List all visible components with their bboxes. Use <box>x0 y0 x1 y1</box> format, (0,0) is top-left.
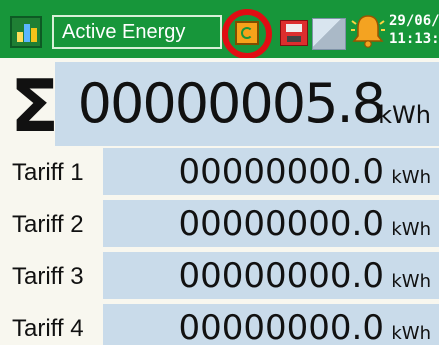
sync-arrow-icon <box>241 27 253 39</box>
date-text: 29/06/09 <box>389 13 439 29</box>
tariff-row-3: Tariff 3 00000000.0 kWh <box>0 252 439 299</box>
tariff-label-3: Tariff 3 <box>12 263 84 290</box>
tariff-label-4: Tariff 4 <box>12 315 84 342</box>
tariff-label-1: Tariff 1 <box>12 159 84 186</box>
sigma-symbol: Σ <box>10 64 60 148</box>
total-energy-unit: kWh <box>378 101 431 129</box>
bar-chart-icon[interactable] <box>10 16 42 48</box>
tariff-panel-2: 00000000.0 kWh <box>103 200 439 247</box>
tariff-unit-3: kWh <box>391 271 431 292</box>
tariff-value-2: 00000000.0 <box>178 204 385 244</box>
tariff-label-2: Tariff 2 <box>12 211 84 238</box>
tariff-unit-1: kWh <box>391 167 431 188</box>
tariff-value-4: 00000000.0 <box>178 308 385 345</box>
tariff-value-1: 00000000.0 <box>178 152 385 192</box>
total-energy-row: Σ 00000005.8 kWh <box>0 62 439 148</box>
tariff-row-4: Tariff 4 00000000.0 kWh <box>0 304 439 345</box>
time-text: 11:13:08 <box>389 31 439 47</box>
bell-icon[interactable] <box>351 13 385 51</box>
bar-chart-bar-1 <box>17 32 23 42</box>
tariff-value-3: 00000000.0 <box>178 256 385 296</box>
save-icon[interactable] <box>280 20 308 46</box>
tariff-unit-4: kWh <box>391 323 431 344</box>
sync-icon[interactable] <box>235 21 259 45</box>
status-bar: Active Energy 29/06/09 11:13:08 <box>0 0 439 58</box>
page-title: Active Energy <box>52 15 222 49</box>
tariff-unit-2: kWh <box>391 219 431 240</box>
tariff-panel-3: 00000000.0 kWh <box>103 252 439 299</box>
total-energy-panel: 00000005.8 kWh <box>55 62 439 146</box>
page-title-text: Active Energy <box>62 21 186 43</box>
tariff-row-1: Tariff 1 00000000.0 kWh <box>0 148 439 195</box>
tariff-panel-4: 00000000.0 kWh <box>103 304 439 345</box>
bar-chart-bar-3 <box>31 28 37 42</box>
total-energy-value: 00000005.8 <box>77 72 386 135</box>
datetime: 29/06/09 11:13:08 <box>389 12 439 48</box>
bar-chart-bar-2 <box>24 24 30 42</box>
tariff-panel-1: 00000000.0 kWh <box>103 148 439 195</box>
tariff-row-2: Tariff 2 00000000.0 kWh <box>0 200 439 247</box>
panel-icon[interactable] <box>312 18 346 50</box>
energy-meter-screen: Active Energy 29/06/09 11:13:08 Σ 000000… <box>0 0 439 345</box>
